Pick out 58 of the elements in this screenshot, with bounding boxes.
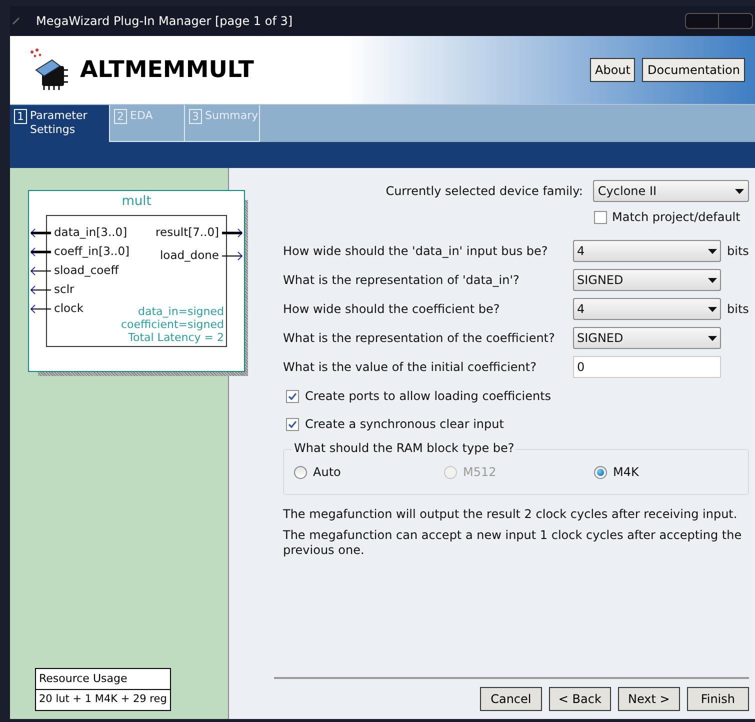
port-label: clock (53, 300, 85, 318)
dropdown-arrow-icon (734, 188, 744, 194)
port-label: data_in[3..0] (53, 224, 128, 242)
latency-message: The megafunction will output the result 2 clock cycles after receiving input. (283, 507, 738, 522)
input-field[interactable]: 0 (573, 356, 721, 378)
instance-name: mult (120, 193, 152, 211)
header-button[interactable]: Documentation (642, 58, 745, 82)
dropdown-arrow-icon (708, 278, 717, 282)
window-title: MegaWizard Plug-In Manager [page 1 of 3] (36, 13, 293, 30)
group-title: What should the RAM block type be? (292, 441, 516, 455)
question-label: What is the representation of the coefficient? (283, 330, 556, 347)
radio-button[interactable] (594, 466, 607, 478)
dropdown-arrow-icon (708, 306, 717, 312)
dropdown[interactable]: SIGNED (573, 269, 721, 291)
dropdown[interactable]: SIGNED (573, 327, 721, 349)
wand-icon (12, 17, 20, 25)
radio-button[interactable] (294, 466, 307, 478)
latency-message: The megafunction can accept a new input 1 clock cycles after accepting the previous one. (283, 528, 743, 558)
symbol-note: data_in=signed (138, 305, 224, 318)
megafunction-title: ALTMEMMULT (80, 56, 254, 85)
wizard-button[interactable]: Next > (618, 687, 680, 711)
wizard-tab[interactable]: 1 Parameter Settings (10, 105, 110, 142)
device-family-label: Currently selected device family: (386, 183, 583, 200)
port-label: result[7..0] (154, 224, 220, 242)
checkbox[interactable] (286, 418, 299, 430)
question-label: How wide should the 'data_in' input bus be? (283, 243, 549, 260)
dropdown-arrow-icon (708, 248, 717, 254)
device-family-dropdown[interactable]: Cyclone II (592, 180, 749, 202)
window-button[interactable] (685, 13, 719, 29)
dropdown-arrow-icon (708, 336, 717, 340)
resource-usage-value: 20 lut + 1 M4K + 29 reg (38, 692, 168, 708)
port-label: sclr (53, 281, 76, 298)
resource-usage-title: Resource Usage (36, 668, 170, 690)
checkbox[interactable] (594, 210, 607, 224)
wizard-button[interactable]: Cancel (480, 687, 542, 711)
port-label: coeff_in[3..0] (53, 243, 131, 260)
port-label: sload_coeff (53, 262, 120, 280)
question-label: What is the representation of 'data_in'? (283, 272, 520, 289)
window-button[interactable] (719, 13, 753, 29)
checkbox[interactable] (286, 390, 299, 402)
dropdown[interactable]: 4 (573, 240, 721, 262)
unit-label: bits (727, 301, 749, 318)
port-label: load_done (158, 247, 220, 264)
radio-label: Auto (313, 464, 341, 481)
wizard-button[interactable]: Finish (686, 687, 749, 711)
header-button[interactable]: About (590, 58, 636, 82)
unit-label: bits (727, 243, 749, 260)
radio-label: M512 (463, 464, 496, 481)
question-label: What is the value of the initial coefficient? (283, 359, 538, 376)
question-label: How wide should the coefficient be? (283, 301, 501, 318)
dropdown[interactable]: 4 (573, 298, 721, 320)
symbol-note: coefficient=signed (120, 318, 224, 331)
checkbox-label: Create a synchronous clear input (305, 416, 504, 433)
radio-label: M4K (613, 464, 639, 481)
symbol-note: Total Latency = 2 (128, 331, 224, 344)
checkbox-label: Match project/default (612, 209, 740, 226)
wizard-button[interactable]: < Back (548, 687, 611, 711)
checkbox-label: Create ports to allow loading coefficients (305, 388, 552, 405)
